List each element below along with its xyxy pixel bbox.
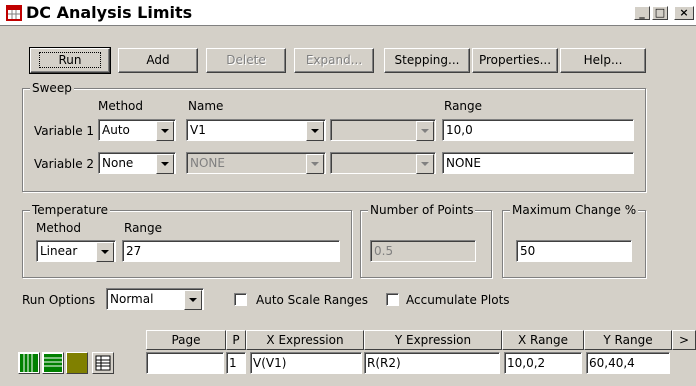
- cell-x-range[interactable]: 10,0,2: [504, 352, 582, 374]
- cell-y-range[interactable]: 60,40,4: [586, 352, 670, 374]
- sweep-label: Sweep: [30, 81, 74, 95]
- chevron-down-icon[interactable]: [156, 154, 174, 174]
- variable2-name2-select[interactable]: [330, 152, 436, 174]
- auto-scale-checkbox[interactable]: [234, 293, 247, 306]
- temperature-range-input[interactable]: 27: [122, 240, 340, 262]
- temperature-label: Temperature: [30, 203, 111, 217]
- variable1-name-select[interactable]: V1: [186, 119, 326, 141]
- variable2-method-value: None: [102, 156, 134, 170]
- chevron-down-icon[interactable]: [416, 154, 434, 174]
- column-header-y-range[interactable]: Y Range: [584, 330, 672, 350]
- temperature-method-header: Method: [36, 221, 82, 235]
- run-label: Run: [39, 52, 101, 68]
- stepping-button[interactable]: Stepping...: [384, 48, 470, 73]
- run-options-label: Run Options: [22, 293, 96, 307]
- maximize-button[interactable]: □: [652, 6, 668, 20]
- minimize-button[interactable]: _: [634, 6, 650, 20]
- expand-button[interactable]: Expand...: [294, 48, 374, 73]
- chevron-down-icon[interactable]: [306, 154, 324, 174]
- sweep-range-header: Range: [444, 99, 483, 113]
- variable2-range-input[interactable]: NONE: [442, 152, 634, 174]
- auto-scale-label: Auto Scale Ranges: [256, 293, 369, 307]
- accumulate-plots-label: Accumulate Plots: [406, 293, 510, 307]
- chevron-down-icon[interactable]: [306, 121, 324, 141]
- temperature-range-header: Range: [124, 221, 163, 235]
- add-button[interactable]: Add: [118, 48, 198, 73]
- cell-page[interactable]: [146, 352, 224, 374]
- variable2-method-select[interactable]: None: [98, 152, 176, 174]
- cell-x-expression[interactable]: V(V1): [250, 352, 362, 374]
- horizontal-grid-icon[interactable]: [42, 352, 64, 374]
- help-button[interactable]: Help...: [560, 48, 646, 73]
- app-icon: [6, 5, 22, 21]
- window-title: DC Analysis Limits: [26, 3, 193, 22]
- title-bar: DC Analysis Limits _ □ ×: [0, 0, 696, 26]
- chevron-down-icon[interactable]: [156, 121, 174, 141]
- variable1-range-input[interactable]: 10,0: [442, 119, 634, 141]
- variable2-name-select[interactable]: NONE: [186, 152, 326, 174]
- variable1-label: Variable 1: [34, 124, 95, 138]
- maximum-change-label: Maximum Change %: [510, 203, 639, 217]
- accumulate-plots-checkbox[interactable]: [386, 293, 399, 306]
- run-options-value: Normal: [110, 292, 154, 306]
- column-header-p[interactable]: P: [226, 330, 246, 350]
- number-of-points-label: Number of Points: [368, 203, 476, 217]
- chevron-down-icon[interactable]: [184, 290, 202, 310]
- chevron-down-icon[interactable]: [416, 121, 434, 141]
- table-icon[interactable]: [92, 352, 114, 374]
- column-header-page[interactable]: Page: [146, 330, 226, 350]
- variable2-label: Variable 2: [34, 157, 95, 171]
- number-of-points-input[interactable]: 0.5: [370, 240, 476, 262]
- sweep-name-header: Name: [188, 99, 224, 113]
- run-options-select[interactable]: Normal: [106, 288, 204, 310]
- delete-button[interactable]: Delete: [206, 48, 286, 73]
- variable1-name-value: V1: [190, 123, 206, 137]
- close-button[interactable]: ×: [674, 6, 694, 20]
- variable1-method-select[interactable]: Auto: [98, 119, 176, 141]
- column-header-x-range[interactable]: X Range: [502, 330, 584, 350]
- properties-button[interactable]: Properties...: [472, 48, 558, 73]
- cell-p[interactable]: 1: [226, 352, 246, 374]
- column-header-x-expression[interactable]: X Expression: [246, 330, 364, 350]
- scroll-right-button[interactable]: >: [672, 330, 696, 350]
- run-button[interactable]: Run: [29, 47, 111, 74]
- variable1-method-value: Auto: [102, 123, 130, 137]
- column-header-y-expression[interactable]: Y Expression: [364, 330, 502, 350]
- vertical-grid-icon[interactable]: [18, 352, 40, 374]
- temperature-method-value: Linear: [40, 244, 78, 258]
- maximum-change-input[interactable]: 50: [516, 240, 632, 262]
- sweep-method-header: Method: [98, 99, 144, 113]
- plot-color-swatch[interactable]: [66, 352, 88, 374]
- cell-y-expression[interactable]: R(R2): [364, 352, 500, 374]
- variable2-name-value: NONE: [190, 156, 225, 170]
- variable1-name2-select[interactable]: [330, 119, 436, 141]
- chevron-down-icon[interactable]: [96, 242, 114, 262]
- temperature-method-select[interactable]: Linear: [36, 240, 116, 262]
